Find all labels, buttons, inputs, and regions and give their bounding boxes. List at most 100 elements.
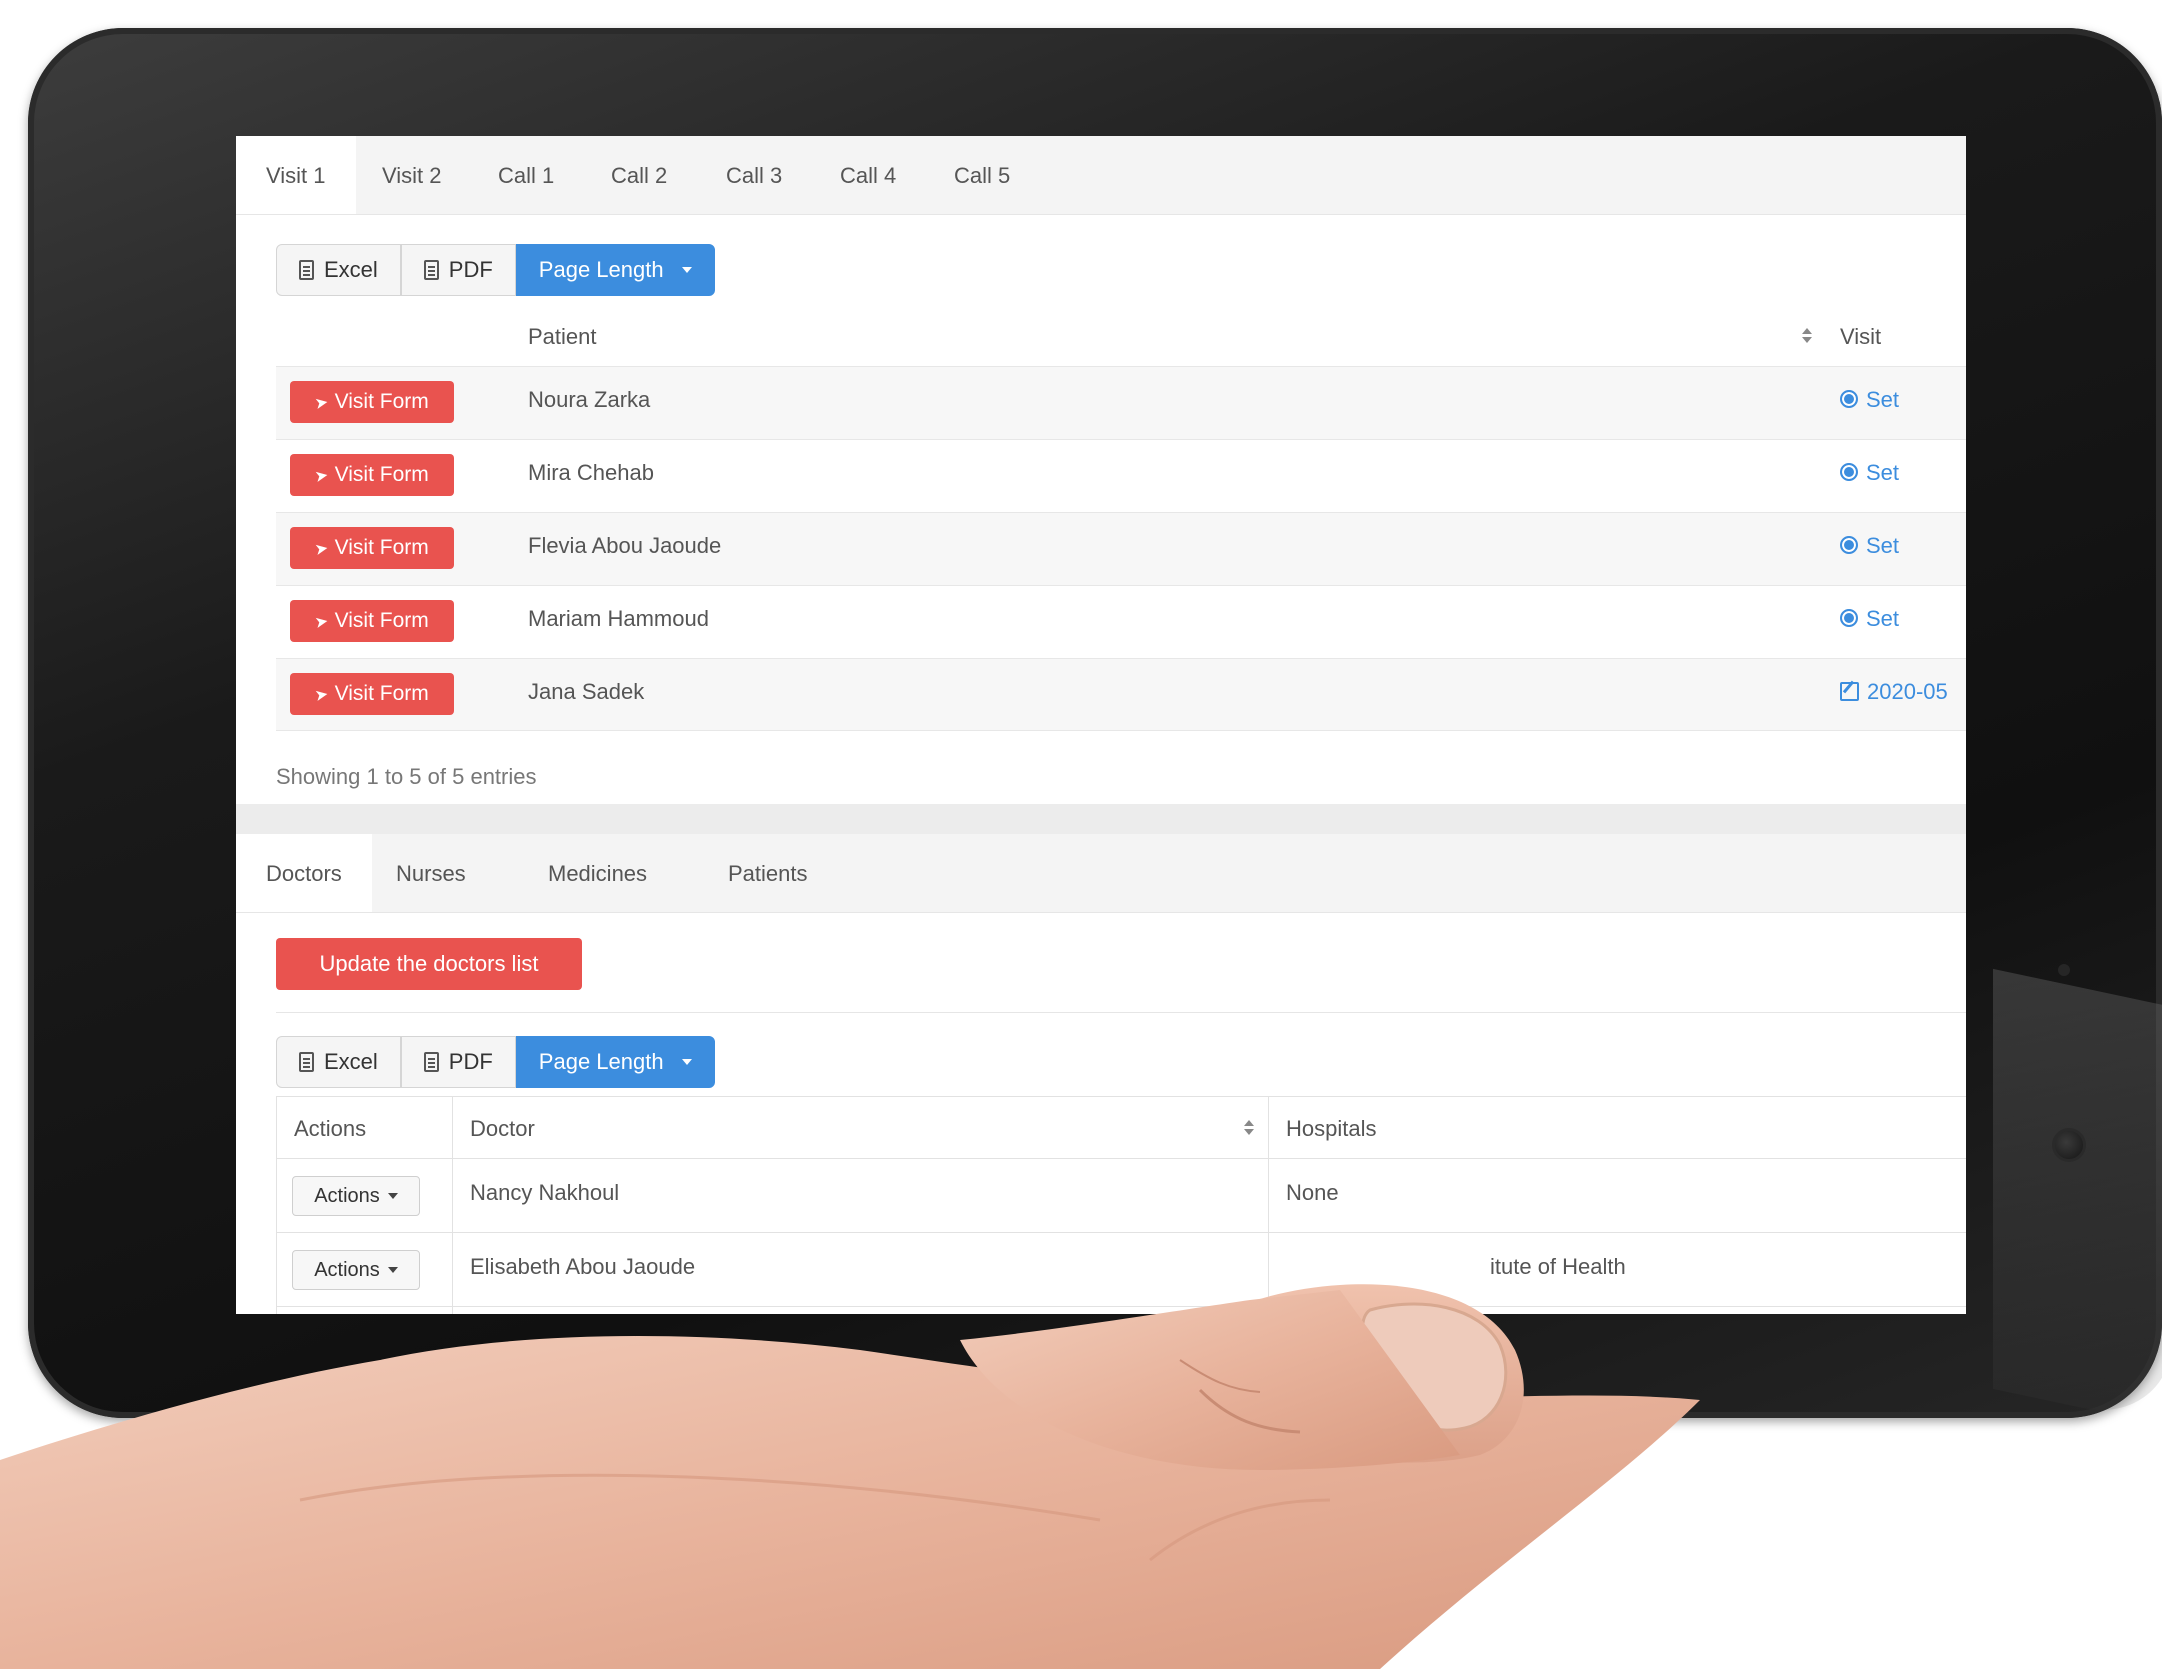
- divider: [276, 1306, 1966, 1307]
- divider: [276, 1158, 1966, 1159]
- patient-name: Mira Chehab: [528, 460, 654, 485]
- visit-tabbar: Visit 1 Visit 2 Call 1 Call 2 Call 3 Cal…: [236, 136, 1966, 215]
- actions-label: Actions: [314, 1258, 380, 1281]
- tab-nurses[interactable]: Nurses: [366, 834, 496, 912]
- divider: [276, 1096, 1966, 1097]
- excel-label: Excel: [324, 257, 378, 282]
- page-length-button[interactable]: Page Length: [515, 1036, 715, 1088]
- page-length-label: Page Length: [538, 257, 664, 282]
- edit-icon: [1840, 682, 1859, 701]
- patient-name: Jana Sadek: [528, 679, 645, 704]
- visit-form-label: Visit Form: [334, 390, 429, 413]
- tab-visit-2[interactable]: Visit 2: [352, 136, 472, 214]
- table-info: Showing 1 to 5 of 5 entries: [276, 764, 537, 789]
- visit-form-label: Visit Form: [334, 463, 429, 486]
- patient-name: Mariam Hammoud: [528, 606, 709, 631]
- visit-form-label: Visit Form: [334, 536, 429, 559]
- tab-medicines[interactable]: Medicines: [518, 834, 677, 912]
- tab-call-1[interactable]: Call 1: [468, 136, 584, 214]
- visit-form-button[interactable]: ➤ Visit Form: [290, 454, 454, 496]
- pdf-label: PDF: [448, 1049, 493, 1074]
- camera-icon: [2052, 1128, 2086, 1162]
- pdf-button[interactable]: PDF: [400, 1036, 516, 1088]
- visit-set-link[interactable]: Set: [1840, 606, 1899, 632]
- doctors-table: Actions Doctor Hospitals Actions Nancy N…: [276, 1096, 1966, 1314]
- visit-form-label: Visit Form: [334, 682, 429, 705]
- visit-value: Set: [1866, 533, 1900, 558]
- gear-icon: [1840, 390, 1858, 408]
- sensor-icon: [2058, 964, 2070, 976]
- app-screen: Visit 1 Visit 2 Call 1 Call 2 Call 3 Cal…: [236, 136, 1966, 1314]
- gear-icon: [1840, 609, 1858, 627]
- visit-column-header[interactable]: Visit: [1840, 324, 1881, 350]
- divider: [276, 1232, 1966, 1233]
- actions-dropdown-button[interactable]: Actions: [292, 1250, 420, 1290]
- section-divider: [236, 804, 1966, 834]
- visit-value: Set: [1866, 387, 1900, 412]
- pdf-file-icon: [423, 1052, 439, 1072]
- visit-date-link[interactable]: 2020-05: [1840, 679, 1948, 705]
- doctor-column-header[interactable]: Doctor: [470, 1116, 535, 1142]
- pdf-file-icon: [423, 260, 439, 280]
- divider: [276, 1012, 1966, 1013]
- sort-icon[interactable]: [1244, 1120, 1254, 1136]
- visit-form-button[interactable]: ➤ Visit Form: [290, 673, 454, 715]
- visit-set-link[interactable]: Set: [1840, 533, 1899, 559]
- actions-column-header[interactable]: Actions: [294, 1116, 366, 1142]
- patient-name: Flevia Abou Jaoude: [528, 533, 722, 558]
- excel-button[interactable]: Excel: [276, 1036, 401, 1088]
- tab-call-5[interactable]: Call 5: [924, 136, 1040, 214]
- hospital-name: itute of Health: [1490, 1254, 1626, 1279]
- visit-set-link[interactable]: Set: [1840, 460, 1899, 486]
- excel-file-icon: [299, 1052, 314, 1072]
- visit-value: Set: [1866, 606, 1900, 631]
- visit-form-button[interactable]: ➤ Visit Form: [290, 527, 454, 569]
- divider: [276, 1096, 277, 1314]
- list-tabbar: Doctors Nurses Medicines Patients: [236, 834, 1966, 913]
- page-length-label: Page Length: [538, 1049, 664, 1074]
- tab-call-3[interactable]: Call 3: [696, 136, 812, 214]
- visit-set-link[interactable]: Set: [1840, 387, 1899, 413]
- chevron-down-icon: [387, 1267, 398, 1273]
- chevron-down-icon: [681, 267, 692, 273]
- actions-dropdown-button[interactable]: Actions: [292, 1176, 420, 1216]
- table-row: ➤ Visit Form Mira Chehab Set: [276, 439, 1966, 512]
- patient-name: Noura Zarka: [528, 387, 651, 412]
- paper-plane-icon: ➤: [313, 466, 330, 487]
- gear-icon: [1840, 463, 1858, 481]
- table-row: ➤ Visit Form Jana Sadek 2020-05: [276, 658, 1966, 731]
- excel-button[interactable]: Excel: [276, 244, 401, 296]
- update-doctors-button[interactable]: Update the doctors list: [276, 938, 582, 990]
- patient-column-header[interactable]: Patient: [528, 324, 597, 350]
- divider: [452, 1096, 453, 1314]
- visit-form-button[interactable]: ➤ Visit Form: [290, 600, 454, 642]
- tab-call-4[interactable]: Call 4: [810, 136, 926, 214]
- tab-doctors[interactable]: Doctors: [236, 834, 372, 912]
- visit-form-button[interactable]: ➤ Visit Form: [290, 381, 454, 423]
- chevron-down-icon: [387, 1193, 398, 1199]
- tab-visit-1[interactable]: Visit 1: [236, 136, 356, 214]
- paper-plane-icon: ➤: [313, 393, 330, 414]
- doctor-name: Elisabeth Abou Jaoude: [470, 1254, 696, 1279]
- tablet-glare: [1993, 968, 2162, 1428]
- excel-file-icon: [299, 260, 314, 280]
- table-row: ➤ Visit Form Noura Zarka Set: [276, 366, 1966, 439]
- tab-call-2[interactable]: Call 2: [581, 136, 697, 214]
- actions-label: Actions: [314, 1184, 380, 1207]
- divider: [1268, 1096, 1269, 1314]
- paper-plane-icon: ➤: [313, 539, 330, 560]
- hospital-name: None: [1286, 1180, 1339, 1205]
- pdf-button[interactable]: PDF: [400, 244, 516, 296]
- visit-value: Set: [1866, 460, 1900, 485]
- chevron-down-icon: [681, 1059, 692, 1065]
- table-row: ➤ Visit Form Mariam Hammoud Set: [276, 585, 1966, 658]
- export-button-group: Excel PDF Page Length: [276, 244, 715, 296]
- tab-patients[interactable]: Patients: [698, 834, 838, 912]
- visit-value: 2020-05: [1867, 679, 1948, 704]
- excel-label: Excel: [324, 1049, 378, 1074]
- paper-plane-icon: ➤: [313, 685, 330, 706]
- hospitals-column-header[interactable]: Hospitals: [1286, 1116, 1376, 1142]
- page-length-button[interactable]: Page Length: [515, 244, 715, 296]
- visit-form-label: Visit Form: [334, 609, 429, 632]
- sort-icon[interactable]: [1802, 328, 1812, 344]
